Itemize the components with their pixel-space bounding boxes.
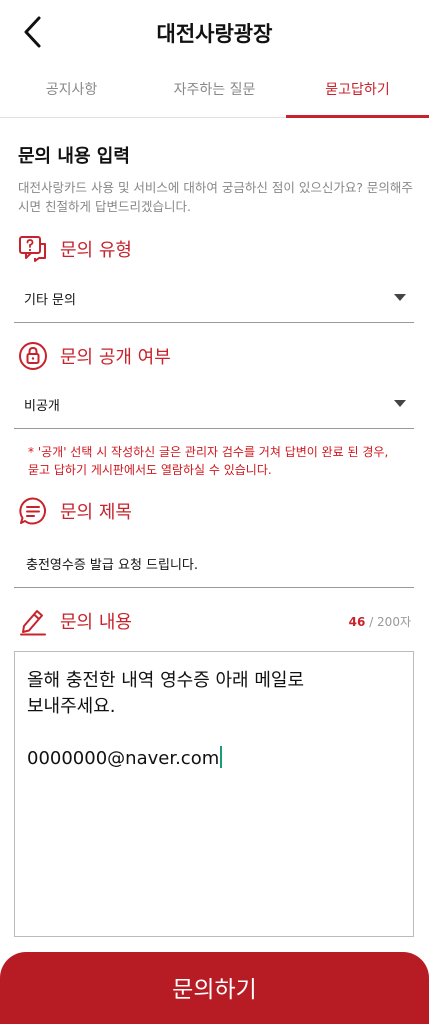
pencil-icon (18, 606, 48, 636)
form-description: 대전사랑카드 사용 및 서비스에 대하여 궁금하신 점이 있으신가요? 문의해주… (18, 180, 413, 214)
subject-label-text: 문의 제목 (60, 502, 132, 523)
tab-faq[interactable]: 자주하는 질문 (143, 68, 286, 117)
char-max: / 200자 (365, 615, 411, 629)
dropdown-caret-icon (394, 400, 406, 407)
app-header: 대전사랑광장 (0, 0, 429, 68)
text-cursor (220, 746, 223, 768)
subject-input[interactable]: 충전영수증 발급 요청 드립니다. (14, 542, 414, 588)
inquiry-type-value: 기타 문의 (24, 293, 76, 308)
visibility-label-text: 문의 공개 여부 (60, 347, 171, 368)
visibility-label: 문의 공개 여부 (18, 341, 171, 371)
page-title: 대전사랑광장 (156, 22, 273, 46)
submit-label: 문의하기 (172, 977, 257, 1003)
question-bubble-icon (18, 234, 48, 264)
submit-button[interactable]: 문의하기 (0, 952, 429, 1024)
content-label: 문의 내용 (18, 606, 132, 636)
inquiry-type-select[interactable]: 기타 문의 (14, 279, 414, 323)
content-textarea[interactable]: 올해 충전한 내역 영수증 아래 메일로 보내주세요. 0000000@nave… (14, 651, 414, 937)
visibility-notice: * '공개' 선택 시 작성하신 글은 관리자 검수를 거쳐 답변이 완료 된 … (28, 445, 389, 477)
content-text: 올해 충전한 내역 영수증 아래 메일로 보내주세요. 0000000@nave… (27, 670, 305, 769)
tab-bar: 공지사항 자주하는 질문 묻고답하기 (0, 68, 429, 118)
lock-icon (18, 341, 48, 371)
chat-bubble-icon (18, 496, 48, 526)
visibility-value: 비공개 (24, 399, 60, 414)
content-label-text: 문의 내용 (60, 612, 132, 633)
visibility-select[interactable]: 비공개 (14, 385, 414, 429)
subject-label: 문의 제목 (18, 496, 132, 526)
subject-value: 충전영수증 발급 요청 드립니다. (26, 558, 199, 573)
tab-qna[interactable]: 묻고답하기 (286, 68, 429, 118)
section-title: 문의 내용 입력 (18, 146, 130, 167)
tab-notices[interactable]: 공지사항 (0, 68, 143, 117)
inquiry-type-label: 문의 유형 (18, 234, 132, 264)
char-count: 46 (348, 615, 366, 629)
dropdown-caret-icon (394, 294, 406, 301)
inquiry-type-label-text: 문의 유형 (60, 240, 132, 261)
char-counter: 46 / 200자 (349, 613, 411, 630)
